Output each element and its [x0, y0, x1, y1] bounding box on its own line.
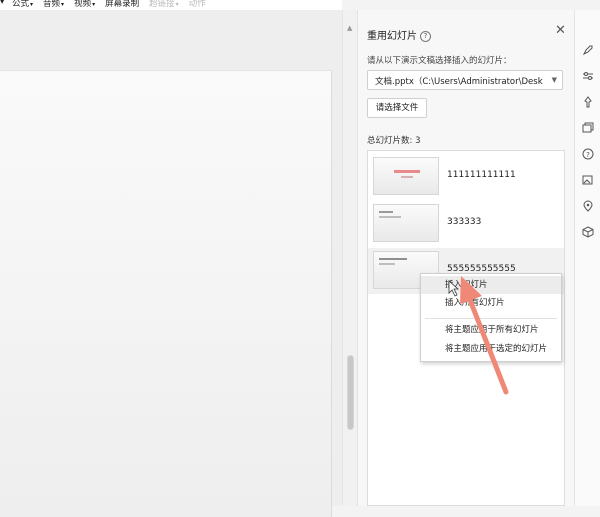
rocket-icon[interactable] [582, 44, 594, 56]
reuse-slides-pane: 重用幻灯片? ✕ 请从以下演示文稿选择插入的幻灯片： 文档.pptx（C:\Us… [357, 10, 575, 506]
scrollbar-thumb[interactable] [347, 355, 354, 430]
menu-caret-fragment: ▾ [0, 0, 5, 7]
slide-label: 111111111111 [447, 170, 516, 180]
help-circle-icon[interactable]: ? [582, 148, 594, 160]
pin-icon[interactable] [582, 96, 594, 108]
context-menu-apply-theme-selected[interactable]: 将主题应用于选定的幻灯片 [421, 340, 561, 358]
image-edit-icon[interactable] [582, 174, 594, 186]
menu-item-screen-record[interactable]: 屏幕录制 [105, 0, 139, 9]
help-icon[interactable]: ? [420, 30, 431, 42]
file-select-value: 文档.pptx（C:\Users\Administrator\Desk [375, 77, 543, 87]
menu-item-audio[interactable]: 音频▾ [43, 0, 64, 9]
right-tool-rail: ? [574, 10, 600, 506]
pane-title: 重用幻灯片? [367, 27, 431, 42]
context-menu-insert-all-slides[interactable]: 插入所有幻灯片 [421, 294, 561, 312]
slide-thumbnail [373, 204, 439, 242]
slide-list-item[interactable]: 333333 [368, 201, 564, 247]
sliders-icon[interactable] [582, 70, 594, 82]
menu-item-action[interactable]: 动作 [189, 0, 206, 9]
slide-list-item[interactable]: 111111111111 [368, 154, 564, 200]
scroll-up-arrow-icon[interactable]: ▲ [347, 24, 352, 32]
context-menu-apply-theme-all[interactable]: 将主题应用于所有幻灯片 [421, 321, 561, 339]
browse-file-button[interactable]: 请选择文件 [367, 98, 427, 118]
context-menu: 插入幻灯片 插入所有幻灯片 将主题应用于所有幻灯片 将主题应用于选定的幻灯片 [420, 273, 562, 362]
slide-count: 总幻灯片数: 3 [367, 136, 421, 146]
svg-text:?: ? [586, 151, 590, 159]
canvas-scrollbar[interactable]: ▲ [342, 10, 358, 506]
chevron-down-icon[interactable]: ▼ [552, 76, 557, 84]
slide-label: 333333 [447, 217, 482, 227]
ribbon-menu-strip: ▾ 公式▾ 音频▾ 视频▾ 屏幕录制 超链接▾ 动作 [0, 0, 342, 10]
menu-item-hyperlink[interactable]: 超链接▾ [149, 0, 179, 9]
menu-item-video[interactable]: 视频▾ [74, 0, 95, 9]
context-menu-divider [425, 318, 557, 319]
ribbon-menu: ▾ 公式▾ 音频▾ 视频▾ 屏幕录制 超链接▾ 动作 [0, 0, 216, 9]
editing-canvas [0, 10, 342, 517]
slide-thumbnail [373, 157, 439, 195]
close-icon[interactable]: ✕ [555, 23, 566, 38]
location-icon[interactable] [582, 200, 594, 212]
current-slide[interactable] [0, 70, 332, 517]
cube-icon[interactable] [582, 226, 594, 238]
slides-icon[interactable] [582, 122, 594, 134]
pane-prompt: 请从以下演示文稿选择插入的幻灯片： [367, 56, 512, 66]
file-select[interactable]: 文档.pptx（C:\Users\Administrator\Desk ▼ [367, 70, 563, 90]
context-menu-insert-slide[interactable]: 插入幻灯片 [421, 276, 561, 294]
menu-item-formula[interactable]: 公式▾ [12, 0, 33, 9]
